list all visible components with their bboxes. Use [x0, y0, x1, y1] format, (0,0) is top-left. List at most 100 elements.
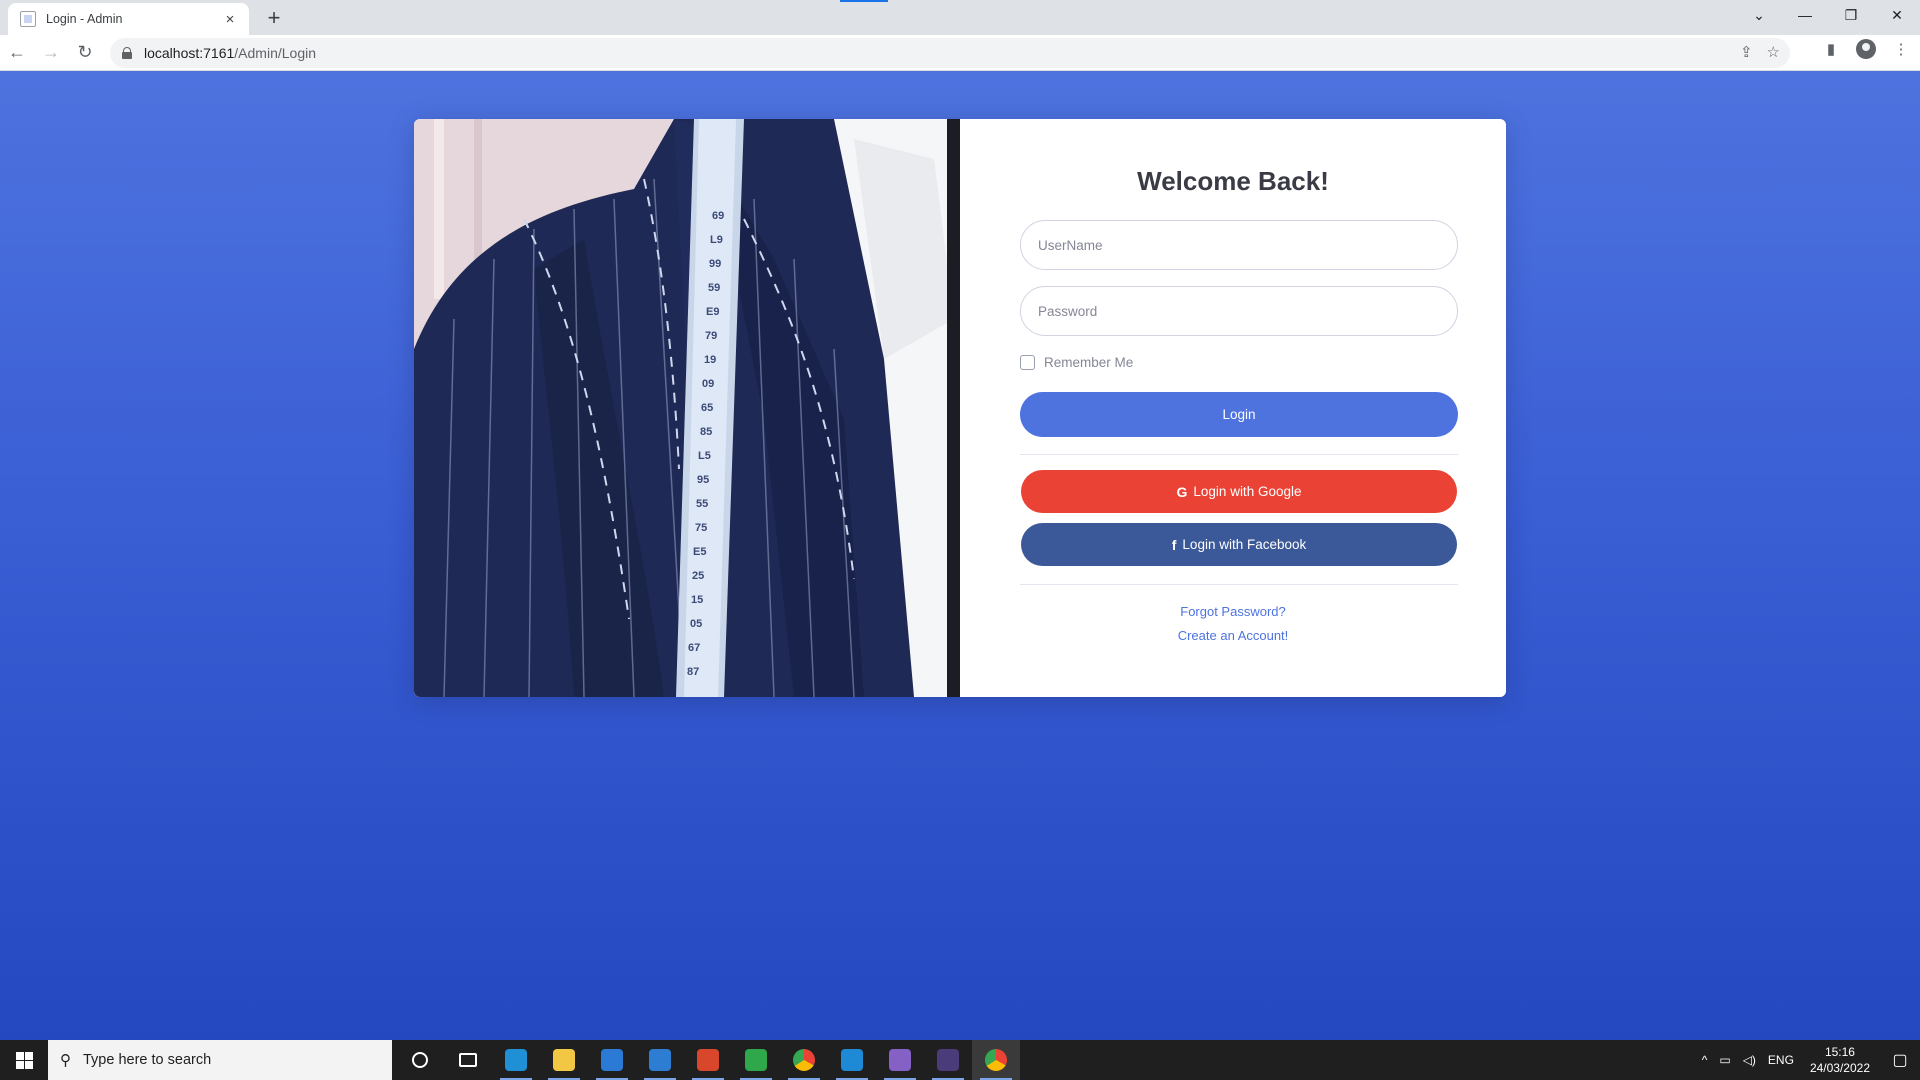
taskbar-clock[interactable]: 15:16 24/03/2022	[1810, 1044, 1870, 1076]
svg-text:69: 69	[712, 210, 724, 222]
browser-menu-icon[interactable]: ⋮	[1890, 38, 1912, 60]
toolbar-right-actions: ▮ ⋮	[1820, 38, 1912, 60]
taskbar-apps	[396, 1040, 1020, 1080]
remember-me-label[interactable]: Remember Me	[1044, 355, 1133, 370]
taskbar-app-app-green[interactable]	[732, 1040, 780, 1080]
svg-text:87: 87	[687, 666, 699, 678]
terminal-icon	[937, 1049, 959, 1071]
restore-button[interactable]: ❐	[1828, 0, 1874, 30]
svg-text:25: 25	[692, 570, 704, 582]
close-window-button[interactable]: ✕	[1874, 0, 1920, 30]
network-icon[interactable]: ▭	[1719, 1053, 1730, 1067]
svg-text:99: 99	[709, 258, 721, 270]
svg-text:15: 15	[691, 594, 703, 606]
divider	[1020, 584, 1458, 585]
chrome-icon	[793, 1049, 815, 1071]
app-red-icon	[697, 1049, 719, 1071]
suit-tailoring-image: 69 L9 99 59 E9 79 19 09 65 85 L5 95 55 75 E5 25 …	[414, 119, 960, 697]
new-tab-button[interactable]: +	[260, 4, 288, 32]
taskbar-app-store[interactable]	[588, 1040, 636, 1080]
lock-icon[interactable]	[122, 47, 132, 59]
login-with-facebook-button[interactable]: f Login with Facebook	[1021, 523, 1457, 566]
url-text[interactable]: localhost:7161/Admin/Login	[144, 45, 316, 61]
search-icon: ⚲	[60, 1052, 71, 1069]
login-form: Welcome Back! Remember Me Login G Login …	[960, 119, 1506, 697]
svg-text:85: 85	[700, 426, 712, 438]
login-with-google-button[interactable]: G Login with Google	[1021, 470, 1457, 513]
window-controls: ⌄ — ❐ ✕	[1736, 0, 1920, 30]
svg-text:E9: E9	[706, 306, 719, 318]
svg-text:E5: E5	[693, 546, 706, 558]
page-background: 69 L9 99 59 E9 79 19 09 65 85 L5 95 55 75 E5 25 …	[0, 71, 1920, 1040]
vscode-icon	[841, 1049, 863, 1071]
remember-me-row: Remember Me	[1020, 355, 1133, 370]
taskbar-search-placeholder: Type here to search	[83, 1052, 212, 1068]
taskbar-app-vscode[interactable]	[828, 1040, 876, 1080]
svg-text:05: 05	[690, 618, 702, 630]
tab-title: Login - Admin	[46, 12, 123, 26]
omnibox-actions: ⇪ ☆	[1740, 43, 1780, 61]
app-green-icon	[745, 1049, 767, 1071]
facebook-button-label: Login with Facebook	[1182, 537, 1307, 552]
windows-taskbar: ⚲ Type here to search ^ ▭ ◁) ENG 15:16 2…	[0, 1040, 1920, 1080]
system-tray: ^ ▭ ◁) ENG 15:16 24/03/2022 ▢	[1696, 1040, 1920, 1080]
google-button-label: Login with Google	[1193, 484, 1302, 499]
file-explorer-icon	[553, 1049, 575, 1071]
page-favicon-icon	[20, 11, 36, 27]
edge-icon	[505, 1049, 527, 1071]
clock-time: 15:16	[1824, 1045, 1855, 1059]
forgot-password-link[interactable]: Forgot Password?	[960, 604, 1506, 619]
visual-studio-icon	[889, 1049, 911, 1071]
taskbar-app-mail[interactable]	[636, 1040, 684, 1080]
cortana-icon	[412, 1052, 428, 1068]
taskbar-app-file-explorer[interactable]	[540, 1040, 588, 1080]
svg-text:L5: L5	[698, 450, 711, 462]
forward-button[interactable]: →	[34, 38, 68, 68]
login-button[interactable]: Login	[1020, 392, 1458, 437]
language-indicator[interactable]: ENG	[1768, 1053, 1794, 1067]
svg-text:67: 67	[688, 642, 700, 654]
taskbar-search[interactable]: ⚲ Type here to search	[48, 1040, 392, 1080]
taskbar-app-chrome[interactable]	[780, 1040, 828, 1080]
taskbar-app-terminal[interactable]	[924, 1040, 972, 1080]
svg-text:L9: L9	[710, 234, 723, 246]
address-bar[interactable]: localhost:7161/Admin/Login ⇪ ☆	[110, 38, 1790, 68]
tab-close-icon[interactable]: ×	[221, 11, 239, 28]
tab-login-admin[interactable]: Login - Admin ×	[8, 3, 249, 35]
chrome-active-icon	[985, 1049, 1007, 1071]
svg-text:95: 95	[697, 474, 709, 486]
suit-illustration: 69L9 9959 E979 1909 6585 L595 5575 E525 …	[414, 119, 960, 697]
tray-overflow-icon[interactable]: ^	[1702, 1053, 1708, 1067]
volume-icon[interactable]: ◁)	[1743, 1053, 1756, 1067]
taskbar-app-task-view[interactable]	[444, 1040, 492, 1080]
taskbar-app-chrome-active[interactable]	[972, 1040, 1020, 1080]
start-button[interactable]	[0, 1040, 48, 1080]
svg-text:59: 59	[708, 282, 720, 294]
username-input[interactable]	[1020, 220, 1458, 270]
remember-me-checkbox[interactable]	[1020, 355, 1035, 370]
bookmark-star-icon[interactable]: ☆	[1767, 43, 1780, 61]
reload-button[interactable]: ↻	[68, 38, 102, 68]
create-account-link[interactable]: Create an Account!	[960, 628, 1506, 643]
back-button[interactable]: ←	[0, 38, 34, 68]
google-icon: G	[1176, 483, 1188, 500]
svg-text:55: 55	[696, 498, 708, 510]
taskbar-app-edge[interactable]	[492, 1040, 540, 1080]
clock-date: 24/03/2022	[1809, 1061, 1870, 1075]
svg-text:79: 79	[705, 330, 717, 342]
store-icon	[601, 1049, 623, 1071]
windows-logo-icon	[15, 1051, 33, 1069]
password-input[interactable]	[1020, 286, 1458, 336]
facebook-icon: f	[1171, 536, 1177, 553]
taskbar-app-app-red[interactable]	[684, 1040, 732, 1080]
notification-center-icon[interactable]: ▢	[1880, 1040, 1920, 1080]
browser-toolbar: ← → ↻ localhost:7161/Admin/Login ⇪ ☆	[0, 35, 1920, 71]
tab-search-button[interactable]: ⌄	[1736, 0, 1782, 30]
taskbar-app-cortana[interactable]	[396, 1040, 444, 1080]
profile-avatar-icon[interactable]	[1856, 39, 1876, 59]
minimize-button[interactable]: —	[1782, 0, 1828, 30]
url-path: /Admin/Login	[234, 45, 317, 61]
taskbar-app-visual-studio[interactable]	[876, 1040, 924, 1080]
side-panel-icon[interactable]: ▮	[1820, 38, 1842, 60]
share-icon[interactable]: ⇪	[1740, 43, 1753, 61]
